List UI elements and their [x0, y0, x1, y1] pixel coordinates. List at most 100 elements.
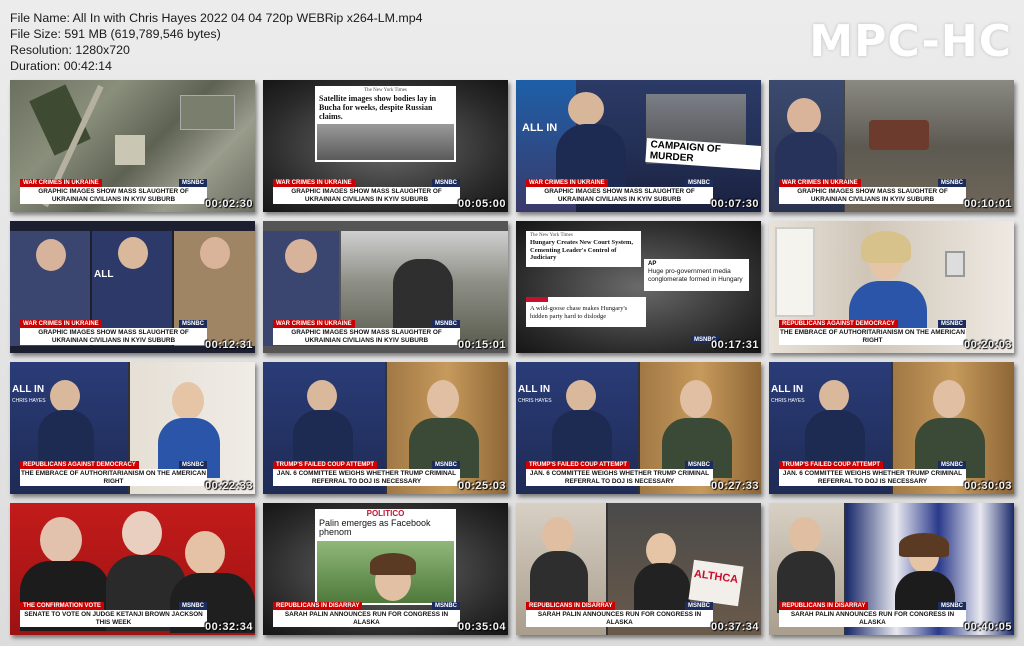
- thumbnail-16[interactable]: REPUBLICANS IN DISARRAY MSNBC SARAH PALI…: [769, 503, 1014, 635]
- headline-text: GRAPHIC IMAGES SHOW MASS SLAUGHTER OF UK…: [20, 187, 207, 204]
- segment-tag: REPUBLICANS IN DISARRAY: [273, 602, 363, 610]
- rally-sign: ALTHCA: [688, 559, 744, 607]
- thumbnail-3[interactable]: ALL IN CAMPAIGN OF MURDER WAR CRIMES IN …: [516, 80, 761, 212]
- thumbnail-9[interactable]: ALL IN CHRIS HAYES REPUBLICANS AGAINST D…: [10, 362, 255, 494]
- network-bug: MSNBC: [432, 179, 460, 187]
- segment-tag: WAR CRIMES IN UKRAINE: [526, 179, 608, 187]
- thumbnail-2[interactable]: The New York Times Satellite images show…: [263, 80, 508, 212]
- headline-text: GRAPHIC IMAGES SHOW MASS SLAUGHTER OF UK…: [20, 328, 207, 345]
- card-source: AP: [648, 261, 657, 267]
- mpc-hc-logo: MPC-HC: [809, 16, 1012, 67]
- thumbnail-4[interactable]: WAR CRIMES IN UKRAINE MSNBC GRAPHIC IMAG…: [769, 80, 1014, 212]
- timestamp: 00:40:05: [963, 621, 1012, 633]
- thumbnail-13[interactable]: THE CONFIRMATION VOTE MSNBC SENATE TO VO…: [10, 503, 255, 635]
- network-bug: MSNBC: [432, 461, 460, 469]
- timestamp: 00:35:04: [457, 621, 506, 633]
- card-source: The New York Times: [530, 233, 573, 238]
- timestamp: 00:37:34: [710, 621, 759, 633]
- network-bug: MSNBC: [685, 602, 713, 610]
- host-name: CHRIS HAYES: [518, 398, 552, 404]
- headline-text: GRAPHIC IMAGES SHOW MASS SLAUGHTER OF UK…: [273, 328, 460, 345]
- card-headline: Palin emerges as Facebook phenom: [319, 518, 431, 537]
- thumbnail-11[interactable]: ALL IN CHRIS HAYES TRUMP'S FAILED COUP A…: [516, 362, 761, 494]
- network-bug: MSNBC: [432, 320, 460, 328]
- thumbnail-14[interactable]: POLITICO Palin emerges as Facebook pheno…: [263, 503, 508, 635]
- thumbnail-8[interactable]: REPUBLICANS AGAINST DEMOCRACY MSNBC THE …: [769, 221, 1014, 353]
- thumbnail-5[interactable]: ALL WAR CRIMES IN UKRAINE MSNBC GRAPHIC …: [10, 221, 255, 353]
- show-logo: ALL IN: [518, 384, 551, 395]
- timestamp: 00:02:30: [204, 198, 253, 210]
- show-logo: ALL: [94, 269, 114, 280]
- thumbnail-15[interactable]: ALTHCA REPUBLICANS IN DISARRAY MSNBC SAR…: [516, 503, 761, 635]
- headline-text: GRAPHIC IMAGES SHOW MASS SLAUGHTER OF UK…: [273, 187, 460, 204]
- network-bug: MSNBC: [179, 320, 207, 328]
- show-logo: ALL IN: [522, 122, 558, 134]
- thumbnail-7[interactable]: The New York Times Hungary Creates New C…: [516, 221, 761, 353]
- card-source: The New York Times: [364, 88, 407, 93]
- network-bug: MSNBC: [938, 461, 966, 469]
- article-card-2: AP Huge pro-government media conglomerat…: [644, 259, 749, 291]
- network-bug: MSNBC: [179, 602, 207, 610]
- show-logo: ALL IN: [12, 384, 45, 395]
- timestamp: 00:17:31: [710, 339, 759, 351]
- network-bug: MSNBC: [179, 179, 207, 187]
- segment-tag: WAR CRIMES IN UKRAINE: [779, 179, 861, 187]
- article-card-3: A wild-goose chase makes Hungary's hidde…: [526, 297, 646, 327]
- headline-text: GRAPHIC IMAGES SHOW MASS SLAUGHTER OF UK…: [526, 187, 713, 204]
- headline-text: JAN. 6 COMMITTEE WEIGHS WHETHER TRUMP CR…: [526, 469, 713, 486]
- network-bug: MSNBC: [685, 179, 713, 187]
- timestamp: 00:05:00: [457, 198, 506, 210]
- segment-tag: WAR CRIMES IN UKRAINE: [273, 179, 355, 187]
- thumbnail-10[interactable]: TRUMP'S FAILED COUP ATTEMPT MSNBC JAN. 6…: [263, 362, 508, 494]
- segment-tag: WAR CRIMES IN UKRAINE: [273, 320, 355, 328]
- headline-text: SARAH PALIN ANNOUNCES RUN FOR CONGRESS I…: [273, 610, 460, 627]
- article-card-1: The New York Times Hungary Creates New C…: [526, 231, 641, 267]
- segment-tag: REPUBLICANS AGAINST DEMOCRACY: [20, 461, 139, 469]
- timestamp: 00:32:34: [204, 621, 253, 633]
- thumbnail-12[interactable]: ALL IN CHRIS HAYES TRUMP'S FAILED COUP A…: [769, 362, 1014, 494]
- timestamp: 00:22:33: [204, 480, 253, 492]
- segment-tag: REPUBLICANS IN DISARRAY: [779, 602, 869, 610]
- headline-text: SARAH PALIN ANNOUNCES RUN FOR CONGRESS I…: [779, 610, 966, 627]
- network-bug: MSNBC: [685, 461, 713, 469]
- timestamp: 00:20:03: [963, 339, 1012, 351]
- segment-tag: REPUBLICANS IN DISARRAY: [526, 602, 616, 610]
- file-info-panel: File Name: All In with Chris Hayes 2022 …: [10, 10, 423, 74]
- segment-tag: REPUBLICANS AGAINST DEMOCRACY: [779, 320, 898, 328]
- headline-text: SENATE TO VOTE ON JUDGE KETANJI BROWN JA…: [20, 610, 207, 627]
- host-name: CHRIS HAYES: [771, 398, 805, 404]
- headline-text: THE EMBRACE OF AUTHORITARIANISM ON THE A…: [779, 328, 966, 345]
- network-bug: MSNBC: [938, 320, 966, 328]
- article-card: POLITICO Palin emerges as Facebook pheno…: [315, 509, 456, 605]
- timestamp: 00:25:03: [457, 480, 506, 492]
- network-bug: MSNBC: [938, 179, 966, 187]
- file-name-text: File Name: All In with Chris Hayes 2022 …: [10, 11, 423, 25]
- segment-tag: TRUMP'S FAILED COUP ATTEMPT: [273, 461, 377, 469]
- thumbnail-6[interactable]: WAR CRIMES IN UKRAINE MSNBC GRAPHIC IMAG…: [263, 221, 508, 353]
- host-name: CHRIS HAYES: [12, 398, 46, 404]
- timestamp: 00:30:03: [963, 480, 1012, 492]
- timestamp: 00:10:01: [963, 198, 1012, 210]
- card-headline: Hungary Creates New Court System, Cement…: [530, 239, 633, 261]
- headline-text: THE EMBRACE OF AUTHORITARIANISM ON THE A…: [20, 469, 207, 486]
- segment-tag: THE CONFIRMATION VOTE: [20, 602, 104, 610]
- article-card: The New York Times Satellite images show…: [315, 86, 456, 162]
- segment-tag: TRUMP'S FAILED COUP ATTEMPT: [526, 461, 630, 469]
- segment-tag: WAR CRIMES IN UKRAINE: [20, 320, 102, 328]
- timestamp: 00:27:33: [710, 480, 759, 492]
- card-source: POLITICO: [366, 509, 405, 518]
- timestamp: 00:12:31: [204, 339, 253, 351]
- card-headline: Huge pro-government media conglomerate f…: [648, 268, 743, 283]
- duration-text: Duration: 00:42:14: [10, 59, 112, 73]
- headline-text: JAN. 6 COMMITTEE WEIGHS WHETHER TRUMP CR…: [273, 469, 460, 486]
- segment-tag: TRUMP'S FAILED COUP ATTEMPT: [779, 461, 883, 469]
- thumbnail-1[interactable]: WAR CRIMES IN UKRAINE MSNBC GRAPHIC IMAG…: [10, 80, 255, 212]
- headline-text: SARAH PALIN ANNOUNCES RUN FOR CONGRESS I…: [526, 610, 713, 627]
- show-logo: ALL IN: [771, 384, 804, 395]
- timestamp: 00:15:01: [457, 339, 506, 351]
- headline-text: JAN. 6 COMMITTEE WEIGHS WHETHER TRUMP CR…: [779, 469, 966, 486]
- file-size-text: File Size: 591 MB (619,789,546 bytes): [10, 27, 221, 41]
- network-bug: MSNBC: [432, 602, 460, 610]
- segment-tag: WAR CRIMES IN UKRAINE: [20, 179, 102, 187]
- network-bug: MSNBC: [179, 461, 207, 469]
